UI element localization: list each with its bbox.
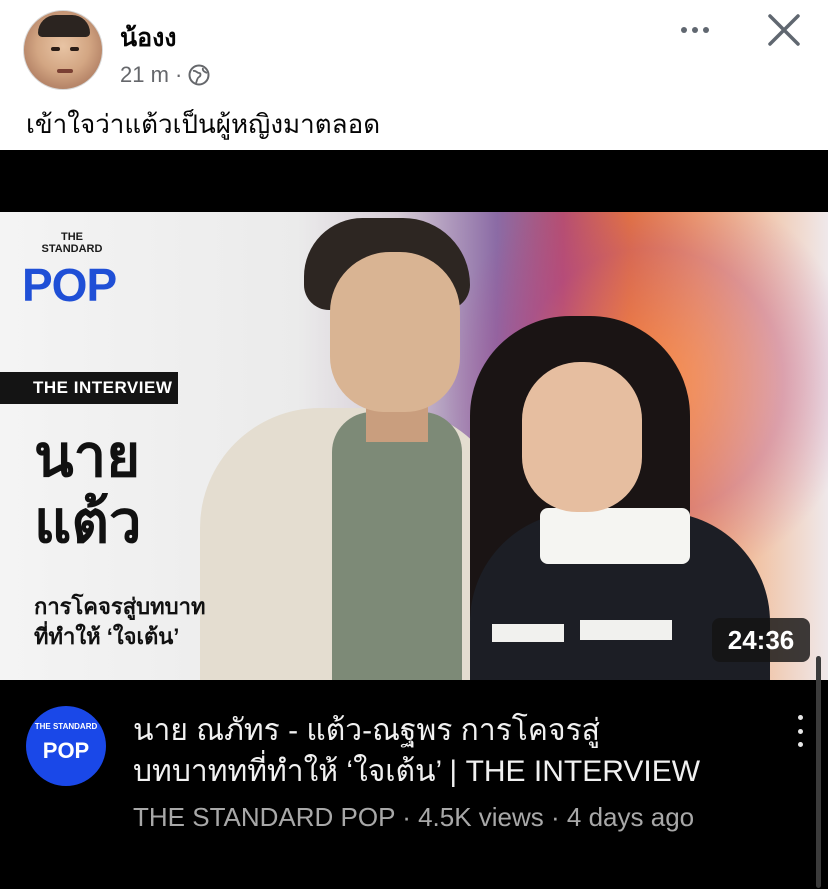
channel-avatar[interactable]: THE STANDARD POP (26, 706, 106, 786)
close-icon[interactable] (764, 10, 804, 50)
thumbnail-title-line: นาย (34, 424, 141, 489)
video-title[interactable]: นาย ณภัทร - แต้ว-ณฐพร การโคจรสู่ บทบาททท… (133, 710, 773, 792)
interview-label: THE INTERVIEW (0, 372, 178, 404)
video-thumbnail[interactable]: THE STANDARD POP THE INTERVIEW นาย แต้ว … (0, 212, 828, 680)
video-title-line: บทบาททที่ทำให้ ‘ใจเต้น’ | THE INTERVIEW (133, 755, 701, 788)
woman-pocket (580, 620, 672, 640)
more-icon[interactable] (672, 14, 718, 46)
thumbnail-subtitle-line: ที่ทำให้ ‘ใจเต้น’ (34, 624, 180, 649)
man-shirt (332, 412, 462, 680)
post-caption: เข้าใจว่าแต้วเป็นผู้หญิงมาตลอด (26, 109, 381, 139)
thumbnail-subtitle: การโคจรสู่บทบาท ที่ทำให้ ‘ใจเต้น’ (34, 592, 205, 652)
author-name[interactable]: น้องง (120, 18, 177, 58)
video-options-icon[interactable] (790, 715, 810, 747)
woman-face (522, 362, 642, 512)
woman-collar (540, 508, 690, 564)
avatar-eye-left (51, 47, 60, 51)
thumbnail-title-line: แต้ว (34, 490, 142, 555)
globe-icon[interactable] (188, 64, 210, 86)
video-embed[interactable]: THE STANDARD POP THE INTERVIEW นาย แต้ว … (0, 150, 828, 889)
brand-logo: POP (22, 259, 117, 311)
post-time[interactable]: 21 m · (120, 62, 182, 88)
post-meta: 21 m · (120, 62, 210, 88)
thumbnail-subtitle-line: การโคจรสู่บทบาท (34, 594, 206, 619)
video-title-line: นาย ณภัทร - แต้ว-ณฐพร การโคจรสู่ (133, 714, 600, 747)
man-face (330, 252, 460, 412)
channel-avatar-logo: POP (42, 738, 90, 763)
video-meta: THE STANDARD POP · 4.5K views · 4 days a… (133, 802, 695, 832)
thumbnail-title: นาย แต้ว (34, 424, 142, 556)
avatar-mouth (57, 69, 73, 73)
post-header: น้องง 21 m · เข้าใจว่าแต้วเป็นผู้หญิงมาต… (0, 0, 828, 150)
avatar-hair (38, 15, 90, 37)
channel-avatar-small-text: THE STANDARD (34, 722, 98, 731)
author-avatar[interactable] (23, 10, 103, 90)
duration-badge: 24:36 (712, 618, 810, 662)
woman-pocket (492, 624, 564, 642)
scrollbar[interactable] (816, 656, 821, 888)
avatar-eye-right (70, 47, 79, 51)
brand-small-text: THE STANDARD (41, 231, 103, 255)
